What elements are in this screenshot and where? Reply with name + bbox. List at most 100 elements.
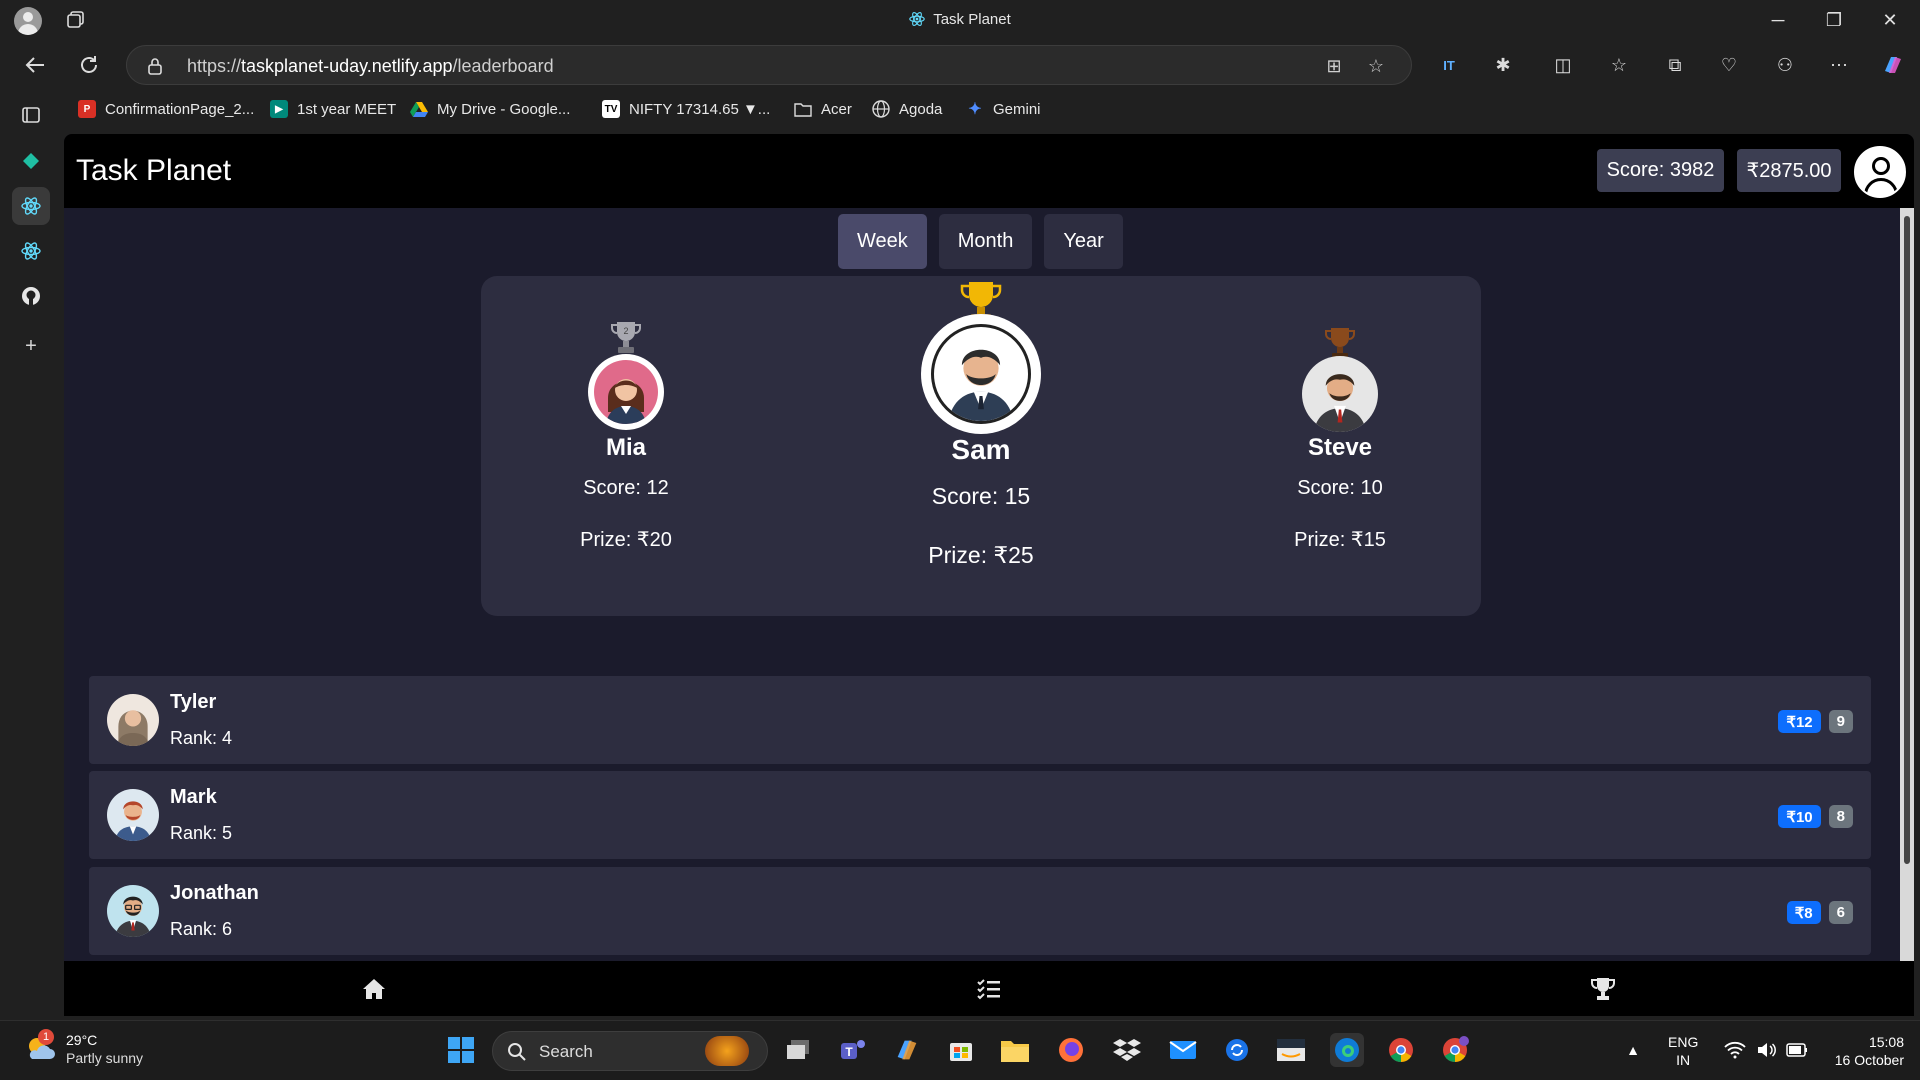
share-icon[interactable]: ⚇ [1772, 52, 1798, 78]
copilot-logo-icon [1885, 57, 1901, 73]
teams-icon[interactable]: T [836, 1033, 870, 1067]
favorite-star-icon[interactable]: ☆ [1365, 55, 1387, 77]
add-tab-icon[interactable]: + [12, 327, 50, 365]
start-button[interactable] [444, 1033, 478, 1067]
podium-first-prize: Prize: ₹25 [928, 542, 1034, 568]
extensions-puzzle-icon[interactable]: ✱ [1490, 52, 1516, 78]
bookmark-gemini[interactable]: ✦ Gemini [966, 98, 1040, 120]
lock-icon[interactable] [147, 57, 163, 75]
url-path: /leaderboard [452, 56, 554, 76]
language-indicator[interactable]: ENG IN [1668, 1033, 1698, 1069]
edge-icon[interactable] [1330, 1033, 1364, 1067]
bookmark-meet[interactable]: ▶ 1st year MEET [270, 98, 396, 120]
man-avatar-icon [115, 801, 151, 841]
task-view-icon[interactable] [782, 1033, 816, 1067]
sync-app-icon[interactable] [1220, 1033, 1254, 1067]
leaderboard-row[interactable]: Mark Rank: 5 ₹10 8 [89, 771, 1871, 859]
svg-text:2: 2 [623, 326, 628, 336]
task-list-icon[interactable] [976, 977, 1002, 1001]
top-three-podium: 2 Mia Score: 12 Prize: ₹20 Sam Score: 15… [481, 276, 1481, 616]
tab-week[interactable]: Week [838, 214, 927, 269]
weather-icon: 1 [24, 1029, 56, 1065]
app-brand[interactable]: Task Planet [76, 154, 231, 188]
bookmark-label: ConfirmationPage_2... [105, 100, 255, 118]
tab-year[interactable]: Year [1044, 214, 1123, 269]
firefox-icon[interactable] [1054, 1033, 1088, 1067]
sidebar-tab-react-active[interactable] [12, 187, 50, 225]
meet-icon: ▶ [270, 100, 288, 118]
bookmark-acer[interactable]: Acer [794, 98, 852, 120]
bookmark-confirmation-page[interactable]: P ConfirmationPage_2... [78, 98, 254, 120]
scrollbar-thumb[interactable] [1904, 216, 1910, 864]
collections-icon[interactable]: ⧉ [1662, 52, 1688, 78]
close-window-button[interactable]: ✕ [1862, 0, 1918, 40]
address-bar[interactable]: https://taskplanet-uday.netlify.app/lead… [126, 45, 1412, 85]
row-rank: Rank: 5 [170, 823, 233, 843]
extension-button[interactable]: IT [1436, 52, 1462, 78]
bookmark-my-drive[interactable]: My Drive - Google... [410, 98, 570, 120]
minimize-button[interactable]: ─ [1750, 0, 1806, 40]
tab-actions-icon[interactable] [12, 96, 50, 134]
avatar-jonathan [107, 885, 159, 937]
browser-sidebar: + [0, 90, 62, 1020]
sidebar-tab-github[interactable] [12, 277, 50, 315]
search-icon [508, 1043, 526, 1061]
reload-icon [81, 56, 97, 73]
browser-title-bar: Task Planet ─ ❐ ✕ [0, 0, 1920, 40]
system-tray-status[interactable] [1716, 1033, 1816, 1067]
file-explorer-icon[interactable] [998, 1033, 1032, 1067]
split-screen-icon[interactable]: ◫ [1550, 52, 1576, 78]
copilot-app-icon[interactable] [890, 1033, 924, 1067]
favorites-icon[interactable]: ☆ [1606, 52, 1632, 78]
back-button[interactable] [18, 48, 52, 82]
bookmarks-bar: P ConfirmationPage_2... ▶ 1st year MEET My… [0, 90, 1920, 128]
svg-text:T: T [845, 1045, 853, 1059]
sidebar-tab-react[interactable] [12, 232, 50, 270]
row-name: Tyler [170, 691, 217, 713]
page-scrollbar[interactable] [1900, 208, 1914, 1016]
bookmark-nifty[interactable]: TV NIFTY 17314.65 ▼... [602, 98, 770, 120]
trophy-icon[interactable] [1590, 977, 1616, 1001]
google-drive-icon [410, 100, 428, 118]
weather-widget[interactable]: 1 29°C Partly sunny [24, 1029, 144, 1067]
url-text[interactable]: https://taskplanet-uday.netlify.app/lead… [187, 56, 554, 77]
leaderboard-row[interactable]: Jonathan Rank: 6 ₹8 6 [89, 867, 1871, 955]
mail-icon[interactable] [1166, 1033, 1200, 1067]
podium-second-score: Score: 12 [583, 477, 669, 499]
sidebar-app-diamond-icon[interactable] [12, 142, 50, 180]
row-name: Mark [170, 786, 217, 808]
restore-button[interactable]: ❐ [1806, 0, 1862, 40]
app-available-icon[interactable]: ⊞ [1323, 55, 1345, 77]
more-menu-icon[interactable]: ⋯ [1826, 52, 1852, 78]
browser-essentials-icon[interactable]: ♡ [1716, 52, 1742, 78]
tab-month[interactable]: Month [938, 214, 1033, 269]
user-profile-button[interactable] [1854, 146, 1906, 198]
copilot-icon[interactable] [1880, 52, 1906, 78]
avatar-steve [1302, 356, 1378, 432]
taskbar-search[interactable]: Search [492, 1031, 768, 1071]
podium-second-prize: Prize: ₹20 [580, 529, 672, 551]
home-icon[interactable] [361, 977, 387, 1001]
balance-pill[interactable]: ₹2875.00 [1737, 149, 1841, 192]
row-badges: ₹12 9 [1778, 710, 1853, 733]
show-hidden-icons-chevron-up-icon[interactable]: ▲ [1616, 1033, 1650, 1067]
chrome-icon[interactable] [1384, 1033, 1418, 1067]
gemini-icon: ✦ [968, 101, 982, 118]
clock-date: 16 October [1834, 1052, 1904, 1068]
reload-button[interactable] [72, 48, 106, 82]
chrome-profile-icon[interactable] [1438, 1033, 1472, 1067]
score-pill[interactable]: Score: 3982 [1597, 149, 1724, 192]
microsoft-store-icon[interactable] [944, 1033, 978, 1067]
search-highlight-icon [705, 1036, 749, 1066]
bookmark-agoda[interactable]: Agoda [872, 98, 942, 120]
bookmark-label: Agoda [899, 100, 943, 118]
bookmark-label: 1st year MEET [297, 100, 397, 118]
dropbox-icon[interactable] [1110, 1033, 1144, 1067]
weather-desc: Partly sunny [66, 1050, 144, 1066]
app-header: Task Planet Score: 3982 ₹2875.00 [64, 134, 1914, 208]
amazon-icon[interactable] [1274, 1033, 1308, 1067]
period-tabs: Week Month Year [838, 214, 1123, 269]
leaderboard-row[interactable]: Tyler Rank: 4 ₹12 9 [89, 676, 1871, 764]
avatar-mark [107, 789, 159, 841]
clock[interactable]: 15:08 16 October [1820, 1033, 1904, 1069]
